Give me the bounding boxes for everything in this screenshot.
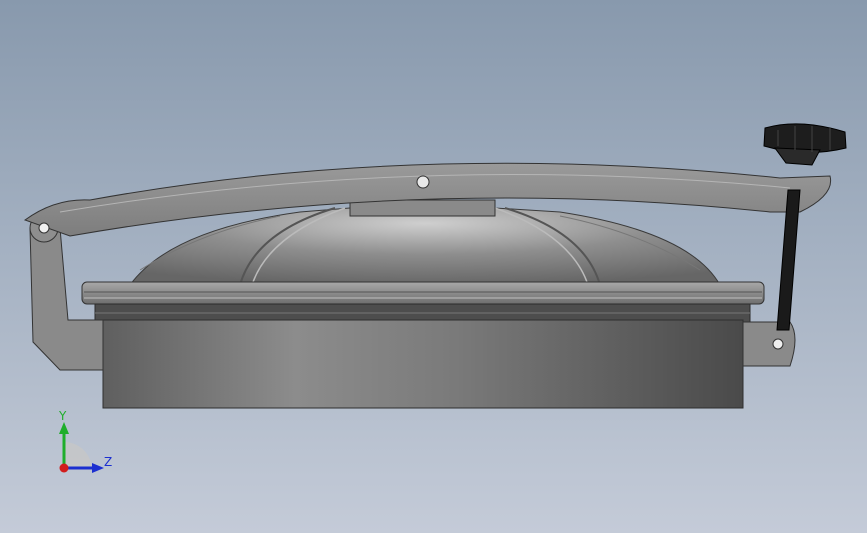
y-axis-arrow — [59, 422, 69, 434]
arm-pivot-hole — [416, 175, 430, 189]
z-axis-label: Z — [104, 455, 112, 469]
cad-viewport[interactable] — [0, 0, 867, 533]
clamp-handwheel-knob[interactable] — [763, 123, 847, 166]
triad-quadrant — [64, 442, 92, 470]
orientation-triad[interactable]: Y Z — [48, 410, 118, 480]
x-axis-origin — [59, 463, 69, 473]
y-axis-label: Y — [58, 410, 67, 423]
hinge-pin-hole — [38, 222, 50, 234]
z-axis-arrow — [92, 463, 104, 473]
rim-flange[interactable] — [81, 281, 765, 323]
clamp-pin-hole — [772, 338, 784, 350]
cylinder-body[interactable] — [102, 319, 744, 409]
